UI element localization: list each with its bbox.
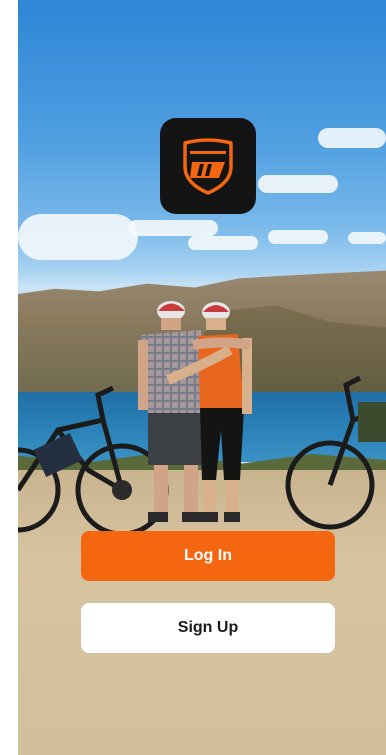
- login-button[interactable]: Log In: [81, 531, 335, 581]
- splash-screen: Log In Sign Up: [18, 0, 386, 755]
- app-logo: [160, 118, 256, 214]
- right-ebike: [285, 375, 386, 530]
- brand-shield-logo-icon: [183, 138, 233, 195]
- man-rider: [138, 301, 206, 522]
- ebike-couple-photo: [18, 301, 386, 537]
- signup-button[interactable]: Sign Up: [81, 603, 335, 653]
